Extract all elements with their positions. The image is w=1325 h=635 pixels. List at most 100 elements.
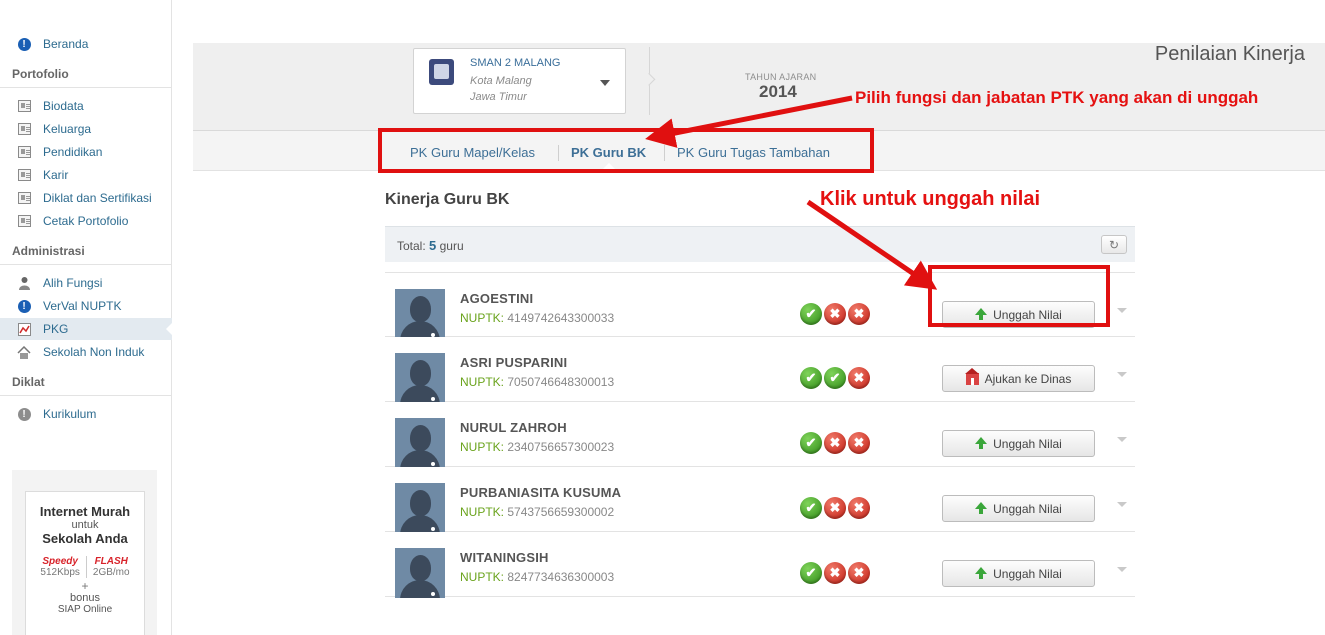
cross-icon: ✖ [848,303,870,325]
chart-icon [17,322,31,336]
button-label: Ajukan ke Dinas [984,371,1072,386]
sidebar-item-label: Karir [43,168,69,182]
nuptk-label: NUPTK: [460,440,505,454]
table-row[interactable]: ASRI PUSPARINI NUPTK: 7050746648300013 ✔… [385,337,1135,403]
section-title-diklat: Diklat [12,375,45,389]
upload-score-button[interactable]: Unggah Nilai [942,560,1095,587]
table-row[interactable]: WITANINGSIH NUPTK: 8247734636300003 ✔ ✖ ✖ … [385,532,1135,598]
cross-icon: ✖ [848,367,870,389]
sidebar-item-pkg[interactable]: PKG [0,318,173,340]
sidebar-item-diklat-sertifikasi[interactable]: Diklat dan Sertifikasi [0,187,172,209]
sidebar-item-biodata[interactable]: Biodata [0,95,172,117]
status-icons: ✔ ✔ ✖ [800,367,870,389]
sidebar: ! Beranda Portofolio Biodata Keluarga Pe… [0,0,173,635]
sidebar-item-keluarga[interactable]: Keluarga [0,118,172,140]
school-province: Jawa Timur [470,91,527,103]
annotation-note-upload: Klik untuk unggah nilai [820,188,1040,210]
ad-banner[interactable]: Internet Murah untuk Sekolah Anda Speedy… [12,470,157,635]
check-icon: ✔ [800,432,822,454]
total-number: 5 [429,238,437,253]
sidebar-item-alih-fungsi[interactable]: Alih Fungsi [0,272,172,294]
cross-icon: ✖ [848,432,870,454]
academic-year[interactable]: 2014 [759,82,797,102]
status-icons: ✔ ✖ ✖ [800,432,870,454]
avatar [395,353,445,403]
teacher-name: ASRI PUSPARINI [460,355,568,370]
divider [0,87,172,88]
cross-icon: ✖ [824,432,846,454]
chevron-down-icon[interactable] [1117,308,1127,313]
sidebar-item-cetak-portofolio[interactable]: Cetak Portofolio [0,210,172,232]
school-city: Kota Malang [470,75,532,87]
sidebar-item-beranda[interactable]: ! Beranda [0,33,172,55]
sidebar-item-label: Cetak Portofolio [43,214,129,228]
document-icon [17,145,31,159]
avatar [395,418,445,468]
button-label: Unggah Nilai [993,566,1062,581]
ad-title-line1: Internet Murah [39,504,131,519]
avatar [395,548,445,598]
ad-title-line3: Sekolah Anda [42,531,128,546]
status-icons: ✔ ✖ ✖ [800,562,870,584]
submit-icon [964,367,979,385]
sidebar-item-label: Alih Fungsi [43,276,103,290]
page-title: Penilaian Kinerja [1154,43,1305,65]
status-icons: ✔ ✖ ✖ [800,497,870,519]
sidebar-item-label: Sekolah Non Induk [43,345,145,359]
ad-plus: + [81,579,89,593]
chevron-down-icon[interactable] [1117,502,1127,507]
sidebar-item-pendidikan[interactable]: Pendidikan [0,141,172,163]
flash-quota: 2GB/mo [92,567,130,578]
sidebar-item-label: Pendidikan [43,145,103,159]
nuptk-label: NUPTK: [460,570,505,584]
annotation-box-upload [928,265,1110,327]
sidebar-item-verval-nuptk[interactable]: ! VerVal NUPTK [0,295,172,317]
teacher-nuptk: NUPTK: 8247734636300003 [460,570,614,584]
document-icon [17,99,31,113]
ad-title-line2: untuk [71,519,99,531]
cross-icon: ✖ [848,562,870,584]
section-title: Kinerja Guru BK [385,191,510,208]
school-selector[interactable]: SMAN 2 MALANG Kota Malang Jawa Timur [413,48,626,114]
total-suffix: guru [439,239,464,253]
check-icon: ✔ [800,497,822,519]
cross-icon: ✖ [824,303,846,325]
separator [649,47,659,115]
chevron-down-icon[interactable] [1117,437,1127,442]
teacher-name: AGOESTINI [460,291,534,306]
table-row[interactable]: PURBANIASITA KUSUMA NUPTK: 5743756659300… [385,467,1135,533]
section-title-administrasi: Administrasi [12,244,85,258]
sidebar-item-karir[interactable]: Karir [0,164,172,186]
home-icon [17,345,31,359]
list-toolbar: Total: 5 guru ↻ [385,226,1135,262]
check-icon: ✔ [800,303,822,325]
upload-score-button[interactable]: Unggah Nilai [942,495,1095,522]
refresh-button[interactable]: ↻ [1101,235,1127,254]
speedy-logo: Speedy [42,556,78,567]
cross-icon: ✖ [848,497,870,519]
chevron-down-icon[interactable] [1117,372,1127,377]
sidebar-item-sekolah-non-induk[interactable]: Sekolah Non Induk [0,341,172,363]
nuptk-value: 2340756657300023 [507,440,615,454]
button-label: Unggah Nilai [993,436,1062,451]
nuptk-label: NUPTK: [460,375,505,389]
upload-score-button[interactable]: Unggah Nilai [942,430,1095,457]
divider [0,395,172,396]
annotation-note-tabs: Pilih fungsi dan jabatan PTK yang akan d… [855,88,1259,107]
chevron-down-icon [600,80,610,86]
check-icon: ✔ [800,367,822,389]
teacher-name: NURUL ZAHROH [460,420,567,435]
sidebar-item-label: Diklat dan Sertifikasi [43,191,152,205]
sidebar-item-kurikulum[interactable]: ! Kurikulum [0,403,172,425]
school-logo-icon [429,59,454,85]
user-icon [17,276,31,290]
info-icon: ! [17,299,31,313]
chevron-down-icon[interactable] [1117,567,1127,572]
nuptk-label: NUPTK: [460,505,505,519]
table-row[interactable]: NURUL ZAHROH NUPTK: 2340756657300023 ✔ ✖ ✖… [385,402,1135,468]
check-icon: ✔ [800,562,822,584]
submit-to-office-button[interactable]: Ajukan ke Dinas [942,365,1095,392]
ad-bonus-item: SIAP Online [57,604,113,615]
sidebar-item-label: Keluarga [43,122,92,136]
document-icon [17,214,31,228]
